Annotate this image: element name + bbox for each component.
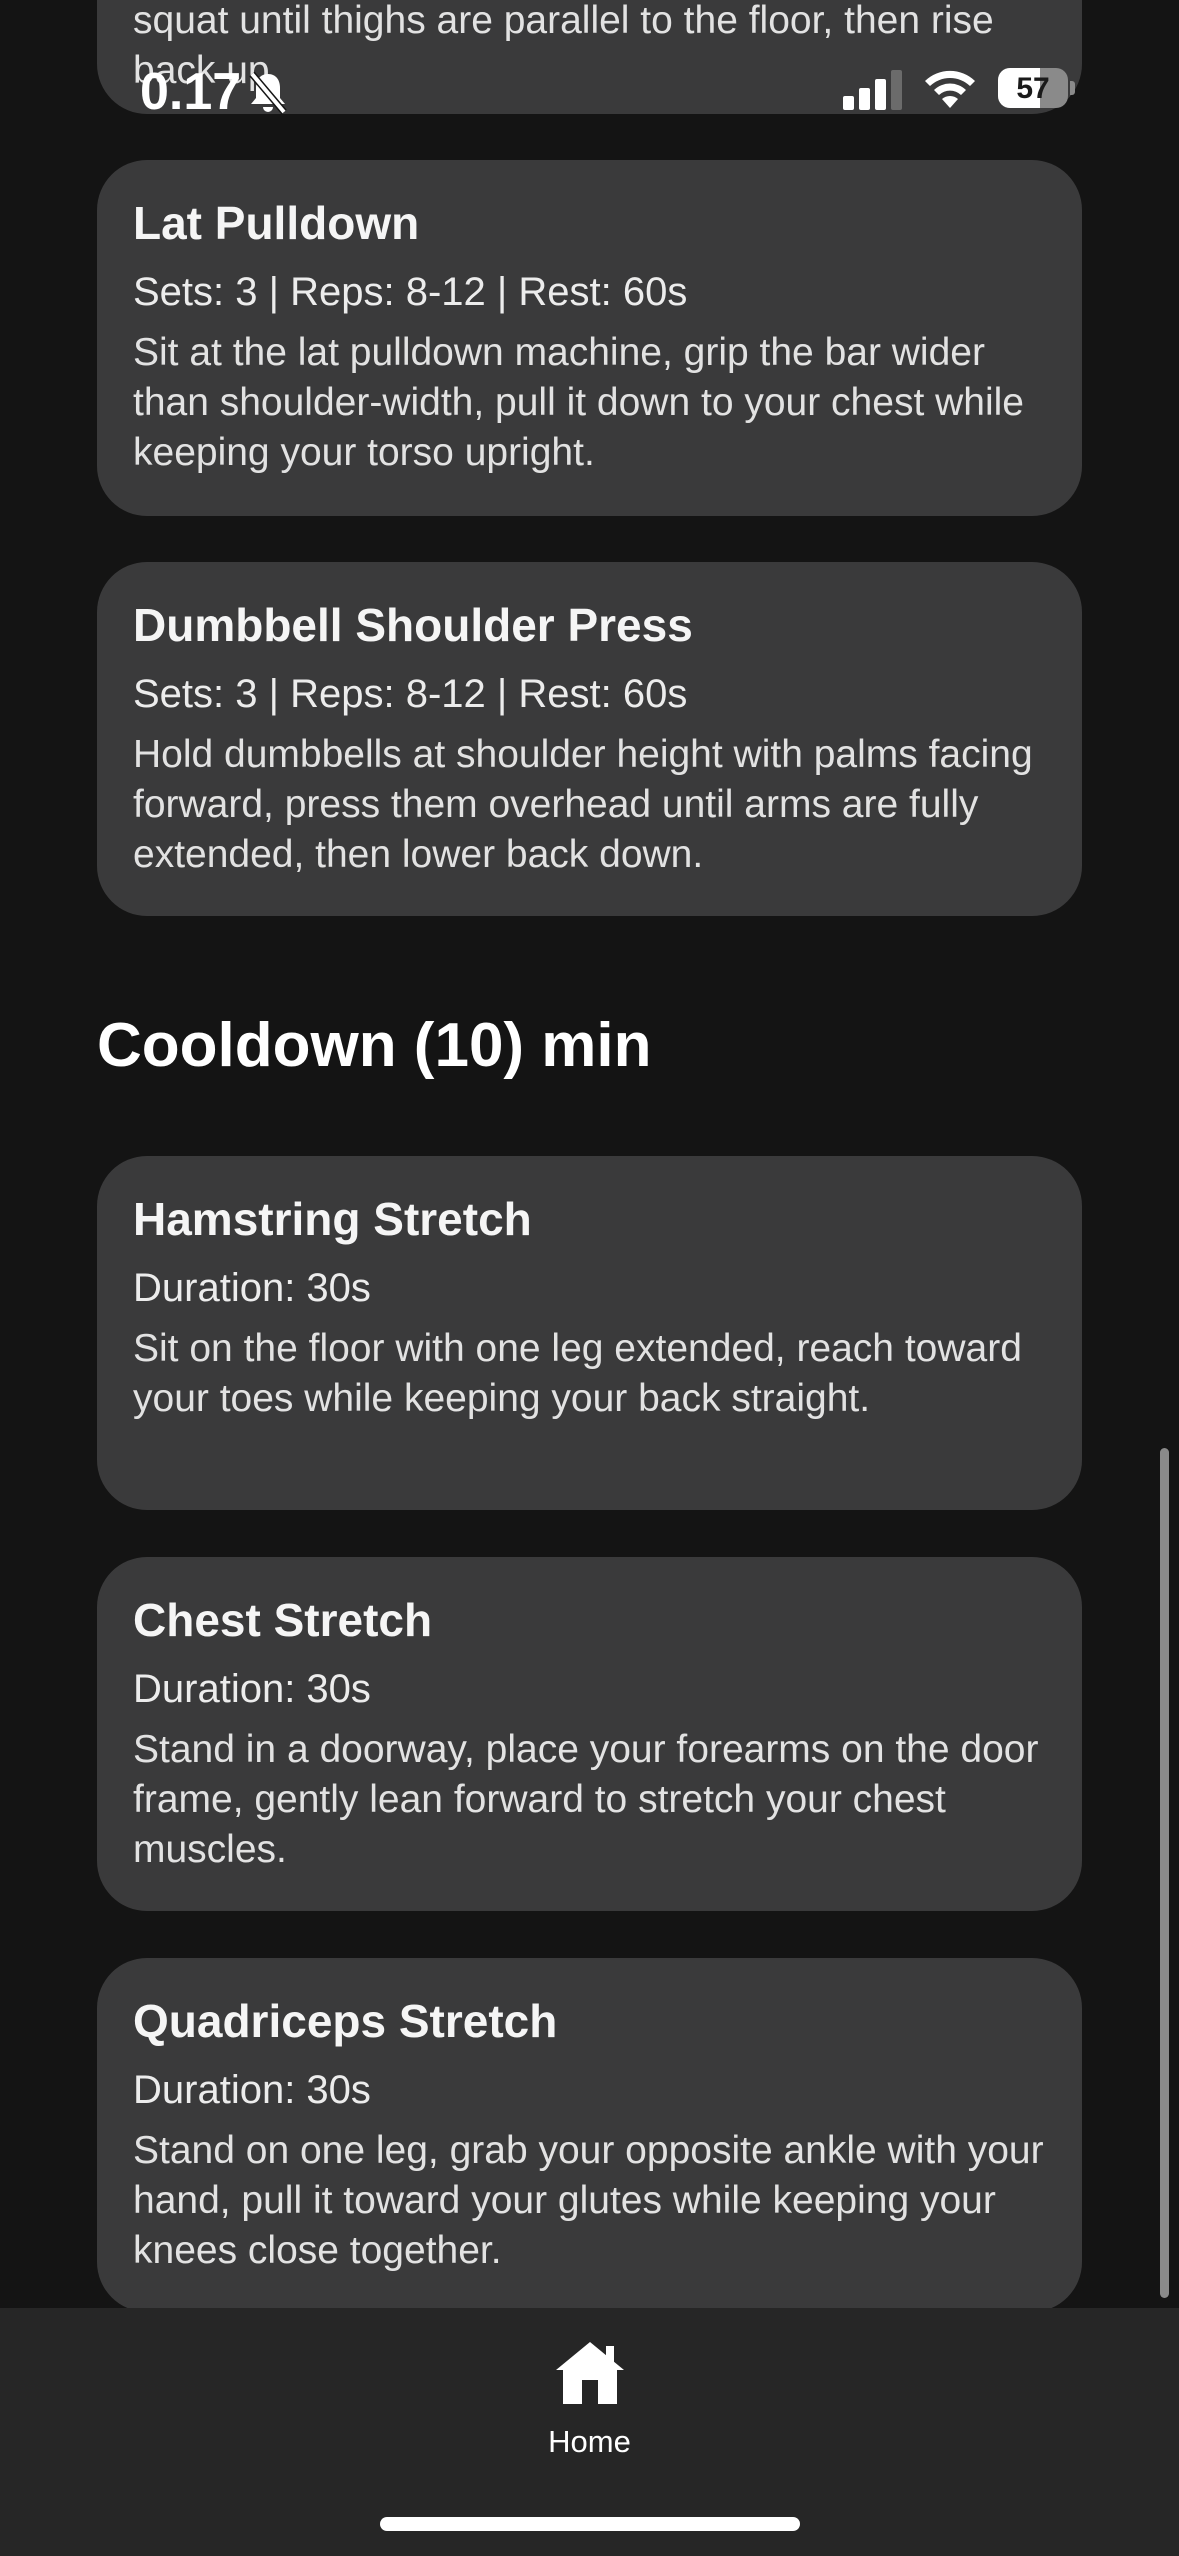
exercise-card[interactable]: Dumbbell Shoulder Press Sets: 3 | Reps: … — [97, 562, 1082, 916]
exercise-meta: Duration: 30s — [133, 2068, 371, 2112]
tab-home[interactable]: Home — [532, 2328, 647, 2459]
exercise-card[interactable]: Chest Stretch Duration: 30s Stand in a d… — [97, 1557, 1082, 1911]
exercise-name: Hamstring Stretch — [133, 1193, 532, 1245]
cellular-signal-icon — [843, 70, 905, 115]
wifi-icon — [922, 66, 978, 115]
bell-slash-icon — [244, 68, 292, 121]
exercise-description: Sit on the floor with one leg extended, … — [133, 1327, 1022, 1420]
exercise-meta: Duration: 30s — [133, 1667, 371, 1711]
status-bar: 0.17 57 — [0, 40, 1179, 130]
exercise-description: Hold dumbbells at shoulder height with p… — [133, 733, 1033, 876]
exercise-name: Lat Pulldown — [133, 197, 420, 249]
exercise-name: Chest Stretch — [133, 1594, 433, 1646]
exercise-meta: Sets: 3 | Reps: 8-12 | Rest: 60s — [133, 270, 688, 314]
exercise-card[interactable]: Quadriceps Stretch Duration: 30s Stand o… — [97, 1958, 1082, 2308]
exercise-name: Dumbbell Shoulder Press — [133, 599, 693, 651]
scroll-indicator[interactable] — [1160, 1448, 1169, 2298]
exercise-card[interactable]: Hamstring Stretch Duration: 30s Sit on t… — [97, 1156, 1082, 1510]
exercise-description: Sit at the lat pulldown machine, grip th… — [133, 331, 1024, 474]
status-time: 0.17 — [140, 63, 242, 121]
exercise-meta: Duration: 30s — [133, 1266, 371, 1310]
exercise-card[interactable]: Lat Pulldown Sets: 3 | Reps: 8-12 | Rest… — [97, 160, 1082, 516]
battery-level: 57 — [1016, 72, 1050, 105]
exercise-name: Quadriceps Stretch — [133, 1995, 558, 2047]
tab-home-label: Home — [548, 2424, 631, 2459]
exercise-description: Stand on one leg, grab your opposite ank… — [133, 2129, 1044, 2272]
home-indicator[interactable] — [380, 2517, 800, 2531]
exercise-meta: Sets: 3 | Reps: 8-12 | Rest: 60s — [133, 672, 688, 716]
exercise-description: Stand in a doorway, place your forearms … — [133, 1728, 1039, 1871]
battery-icon: 57 — [998, 68, 1075, 108]
house-icon — [552, 2338, 628, 2413]
workout-scroll-view[interactable]: squat until thighs are parallel to the f… — [0, 0, 1179, 2308]
section-title-cooldown: Cooldown (10) min — [97, 1011, 652, 1080]
